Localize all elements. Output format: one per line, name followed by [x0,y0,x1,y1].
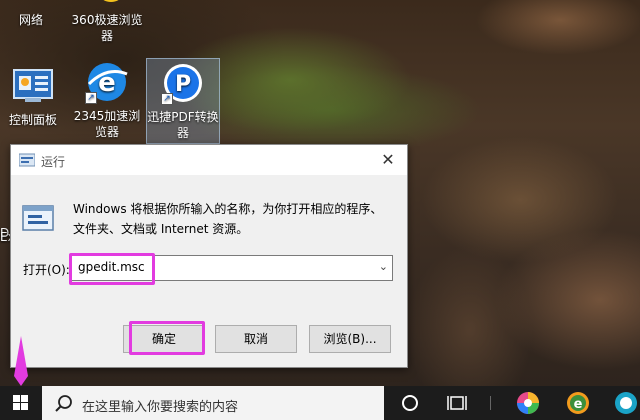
task-view-button[interactable] [438,386,478,420]
control-panel-icon [11,64,55,108]
pdf-converter-icon: P ↗ [161,61,205,105]
search-icon [55,395,72,412]
svg-text:e: e [574,397,583,412]
cancel-button[interactable]: 取消 [215,325,297,353]
run-dialog: 运行 ✕ Windows 将根据你所输入的名称，为你打开相应的程序、文件夹、文档… [10,144,408,368]
desktop-icon-label: 2345加速浏览器 [73,109,141,139]
dialog-body: Windows 将根据你所输入的名称，为你打开相应的程序、文件夹、文档或 Int… [11,175,407,369]
task-view-icon [447,396,467,410]
windows-logo-icon [13,395,28,410]
taskbar-separator [490,396,491,410]
dialog-titlebar[interactable]: 运行 ✕ [11,145,407,175]
chevron-down-icon[interactable]: ⌄ [379,260,388,273]
browser-e-icon: e [567,392,589,414]
desktop-icon-label: 控制面板 [8,113,57,127]
dialog-title: 运行 [41,155,66,169]
shortcut-arrow-icon: ↗ [161,93,173,105]
search-placeholder: 在这里输入你要搜索的内容 [82,400,239,415]
desktop-icon-label: 网络 [18,13,43,27]
close-button[interactable]: ✕ [369,145,407,175]
teal-app-icon [615,392,637,414]
taskbar-app-colorful[interactable] [508,386,548,420]
taskbar: 在这里输入你要搜索的内容 e [0,386,640,420]
desktop-icon-360-browser[interactable]: 360极速浏览器 [70,0,144,44]
desktop-icon-2345-browser[interactable]: e ↗ 2345加速浏览器 [70,60,144,140]
360-browser-icon [85,0,129,8]
desktop-icon-label: 迅捷PDF转换器 [147,110,219,140]
ok-highlight-box [129,321,205,355]
cortana-button[interactable] [390,386,430,420]
browse-button[interactable]: 浏览(B)... [309,325,391,353]
start-button[interactable] [0,386,42,420]
svg-text:P: P [175,72,191,97]
desktop-icon-control-panel[interactable]: 控制面板 [0,64,70,128]
network-icon [9,0,53,8]
taskbar-app-browser[interactable]: e [558,386,598,420]
desktop-icon-label: 360极速浏览器 [71,13,143,43]
run-program-icon [21,203,55,233]
open-label: 打开(O): [23,263,70,277]
taskbar-search[interactable]: 在这里输入你要搜索的内容 [42,386,384,420]
cortana-circle-icon [402,395,418,411]
run-icon [18,153,36,167]
colorful-app-icon [517,392,539,414]
2345-browser-icon: e ↗ [85,60,129,104]
taskbar-app-partial[interactable] [604,386,640,420]
desktop-icon-network[interactable]: 网络 [0,0,68,28]
shortcut-arrow-icon: ↗ [85,92,97,104]
input-highlight-box [69,253,155,285]
run-description: Windows 将根据你所输入的名称，为你打开相应的程序、文件夹、文档或 Int… [73,202,383,236]
pointer-arrow-annotation [14,336,28,386]
desktop-icon-pdf-converter[interactable]: P ↗ 迅捷PDF转换器 [146,58,220,144]
